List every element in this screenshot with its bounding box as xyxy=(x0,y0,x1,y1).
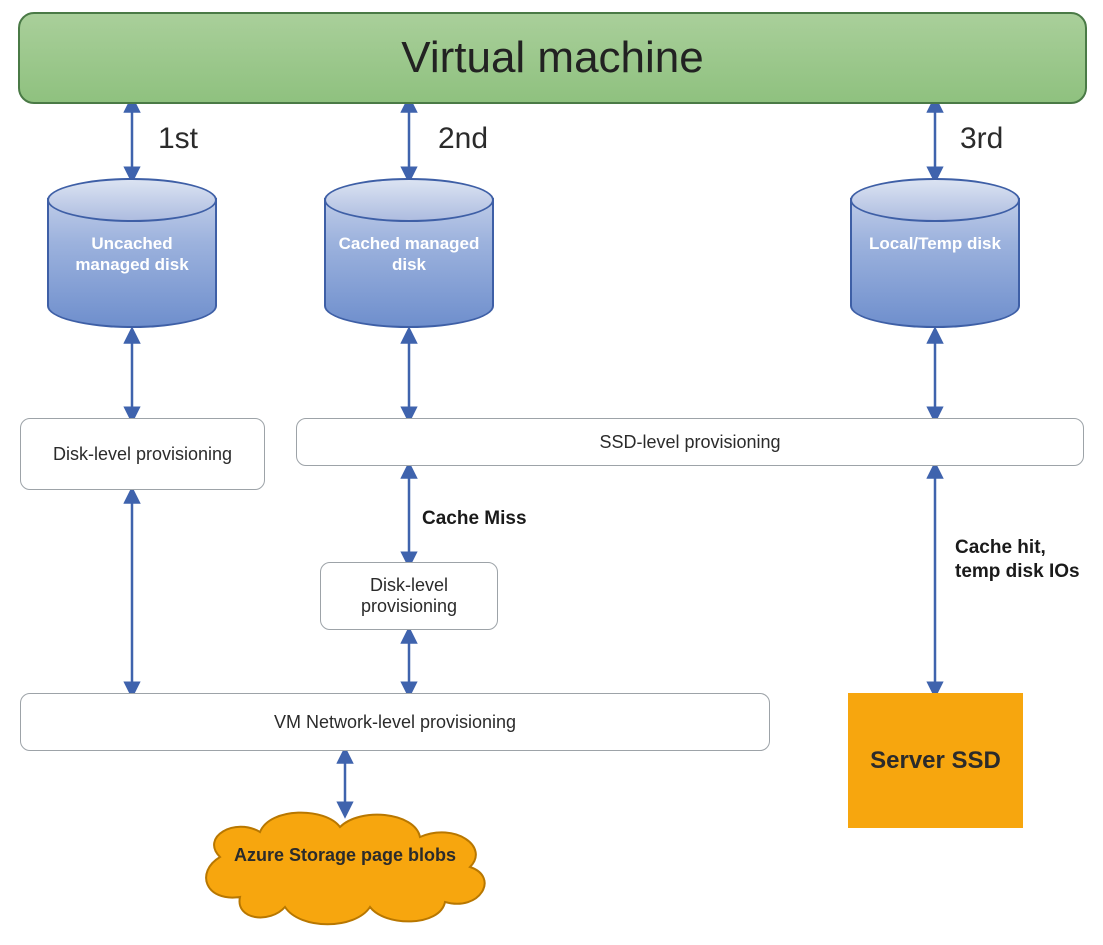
disk-uncached: Uncached managed disk xyxy=(47,178,217,328)
box-disk-level-1-label: Disk-level provisioning xyxy=(53,444,232,465)
box-vm-network: VM Network-level provisioning xyxy=(20,693,770,751)
box-ssd-level-label: SSD-level provisioning xyxy=(599,432,780,453)
box-vm-network-label: VM Network-level provisioning xyxy=(274,712,516,733)
box-ssd-level: SSD-level provisioning xyxy=(296,418,1084,466)
label-cache-miss: Cache Miss xyxy=(422,507,527,531)
diagram-stage: Virtual machine 1st 2nd 3rd Uncached man… xyxy=(0,0,1103,945)
box-disk-level-1: Disk-level provisioning xyxy=(20,418,265,490)
disk-local-temp: Local/Temp disk xyxy=(850,178,1020,328)
disk-local-label: Local/Temp disk xyxy=(850,233,1020,254)
path-order-3: 3rd xyxy=(960,122,1003,156)
virtual-machine-label: Virtual machine xyxy=(401,33,703,83)
label-cache-hit: Cache hit, temp disk IOs xyxy=(955,536,1085,584)
disk-cached-label: Cached managed disk xyxy=(324,233,494,276)
box-disk-level-2: Disk-level provisioning xyxy=(320,562,498,630)
cloud-icon xyxy=(190,802,500,932)
path-order-2: 2nd xyxy=(438,122,488,156)
azure-storage-cloud: Azure Storage page blobs xyxy=(190,802,500,932)
virtual-machine-box: Virtual machine xyxy=(18,12,1087,104)
disk-uncached-label: Uncached managed disk xyxy=(47,233,217,276)
path-order-1: 1st xyxy=(158,122,198,156)
box-disk-level-2-label: Disk-level provisioning xyxy=(329,575,489,617)
server-ssd-label: Server SSD xyxy=(870,747,1001,775)
cloud-label: Azure Storage page blobs xyxy=(190,844,500,867)
server-ssd: Server SSD xyxy=(848,693,1023,828)
disk-cached: Cached managed disk xyxy=(324,178,494,328)
